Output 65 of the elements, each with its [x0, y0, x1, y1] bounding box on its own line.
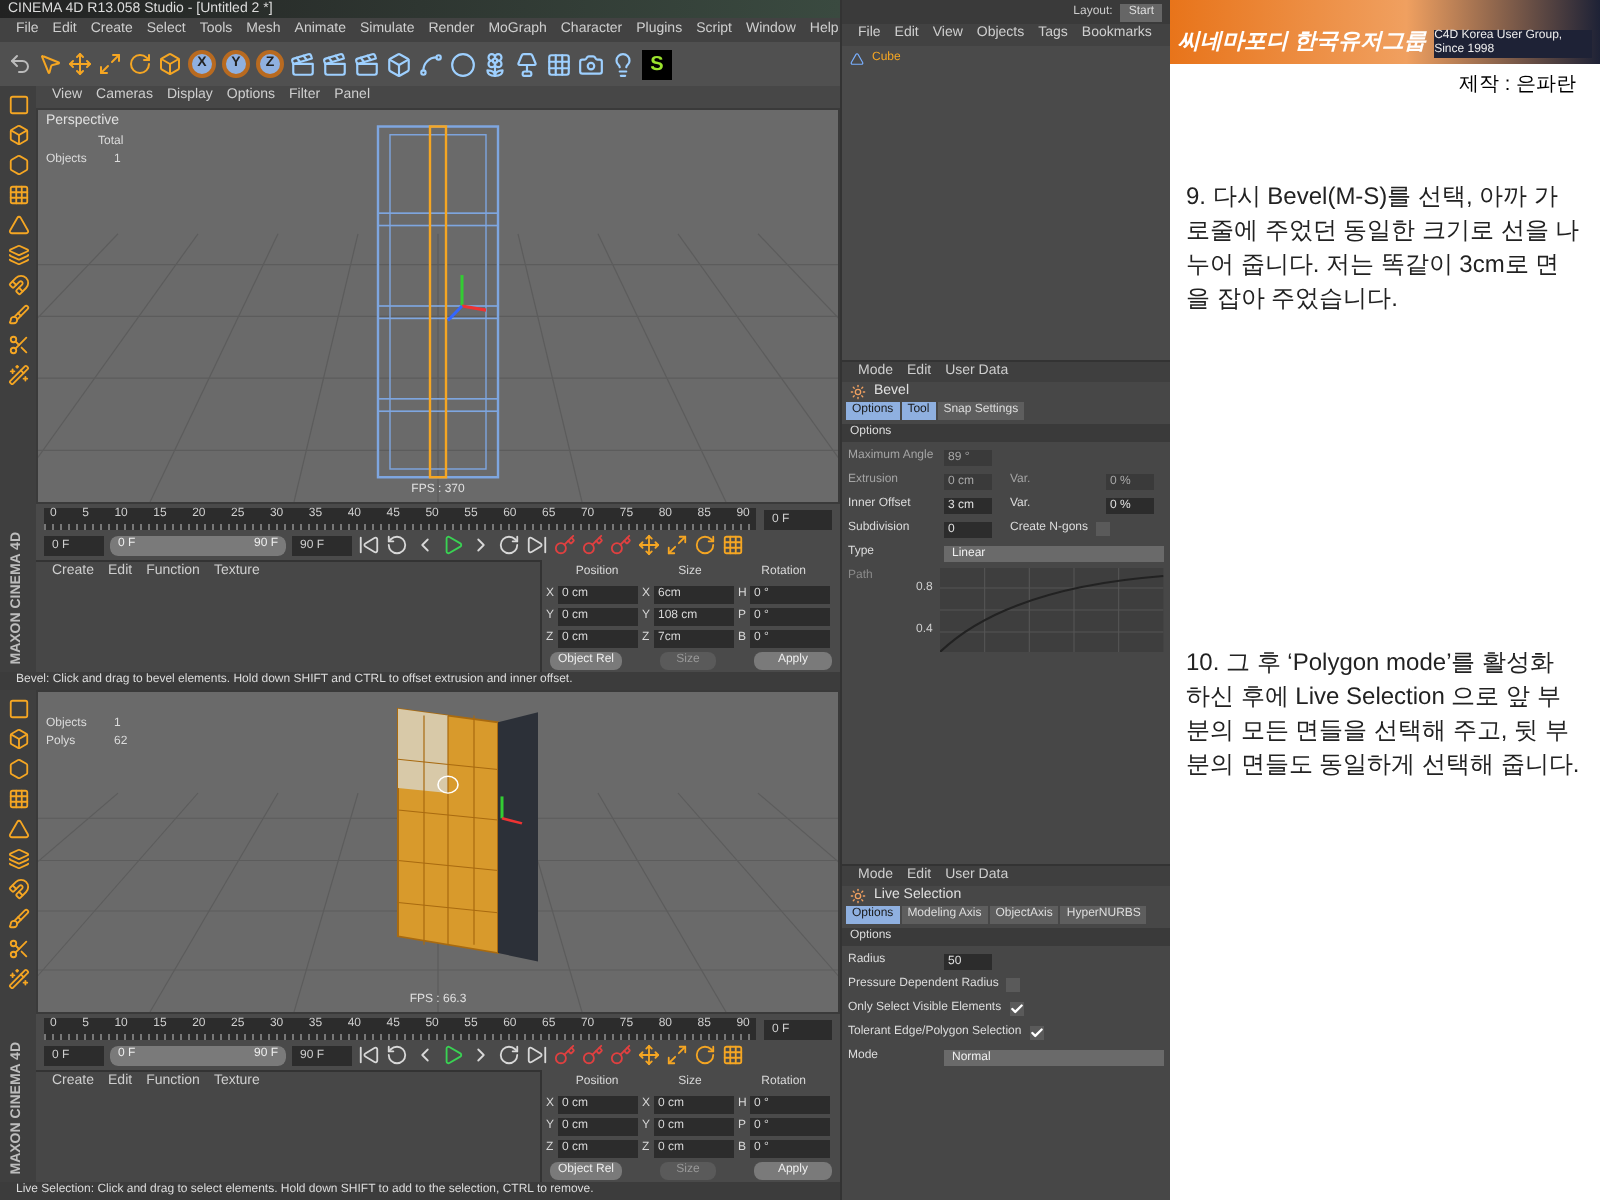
cube-icon[interactable] [158, 52, 182, 76]
tool-icon[interactable] [850, 384, 866, 400]
grid-icon[interactable] [7, 184, 29, 206]
undo-icon[interactable] [8, 52, 32, 76]
banner-title: 씨네마포디 한국유저그룹 [1178, 27, 1427, 57]
skip-forward-icon[interactable] [526, 1044, 548, 1066]
loop-icon[interactable] [386, 534, 408, 556]
cube-icon[interactable] [7, 124, 29, 146]
layers-icon[interactable] [7, 848, 29, 870]
rotate-icon[interactable] [128, 52, 152, 76]
wand-icon[interactable] [7, 968, 29, 990]
clapperboard-icon[interactable] [354, 51, 380, 77]
grid-icon[interactable] [7, 788, 29, 810]
clapperboard-icon[interactable] [290, 51, 316, 77]
scale-icon[interactable] [98, 52, 122, 76]
grid-icon[interactable] [546, 51, 572, 77]
grid-icon[interactable] [722, 534, 744, 556]
step-text: 10. 그 후 ‘Polygon mode’를 활성화 하신 후에 Live Selection 으로 앞 부분의 모든 면들을 선택해 주고, 뒷 부분의 면들도 동일하게 선택해 줍니다. [1186, 646, 1580, 782]
skip-back-icon[interactable] [358, 534, 380, 556]
pointer-icon[interactable] [38, 52, 62, 76]
triangle-icon[interactable] [7, 214, 29, 236]
scissors-icon[interactable] [7, 334, 29, 356]
hexagon-icon[interactable] [7, 758, 29, 780]
cube-icon[interactable] [7, 728, 29, 750]
triangle-icon[interactable] [7, 818, 29, 840]
checkbox[interactable] [1029, 1026, 1044, 1040]
loop-icon[interactable] [498, 1044, 520, 1066]
script-logo[interactable]: S [642, 49, 672, 79]
move-icon[interactable] [638, 1044, 660, 1066]
move-icon[interactable] [638, 534, 660, 556]
play-icon[interactable] [442, 534, 464, 556]
skip-back-icon[interactable] [358, 1044, 380, 1066]
magnet-icon[interactable] [7, 878, 29, 900]
cube-icon[interactable] [386, 51, 412, 77]
lightbulb-icon[interactable] [610, 51, 636, 77]
grid-icon[interactable] [722, 1044, 744, 1066]
brush-icon[interactable] [7, 908, 29, 930]
hexagon-icon[interactable] [7, 154, 29, 176]
checkbox[interactable] [1009, 1002, 1024, 1016]
object-icon[interactable] [850, 52, 864, 66]
scissors-icon[interactable] [7, 938, 29, 960]
credit-text: 제작 : 은파란 [1459, 72, 1578, 100]
lamp-icon[interactable] [514, 51, 540, 77]
loop-icon[interactable] [386, 1044, 408, 1066]
play-icon[interactable] [442, 1044, 464, 1066]
move-icon[interactable] [68, 52, 92, 76]
scale-icon[interactable] [666, 534, 688, 556]
square-icon[interactable] [7, 698, 29, 720]
wand-icon[interactable] [7, 364, 29, 386]
tool-icon[interactable] [850, 888, 866, 904]
flower-icon[interactable] [482, 51, 508, 77]
scale-icon[interactable] [666, 1044, 688, 1066]
layers-icon[interactable] [7, 244, 29, 266]
step-text: 9. 다시 Bevel(M-S)를 선택, 아까 가로줄에 주었던 동일한 크기로 선을 나누어 줍니다. 저는 똑같이 3cm로 면을 잡아 주었습니다. [1186, 180, 1580, 316]
square-icon[interactable] [7, 94, 29, 116]
skip-forward-icon[interactable] [526, 534, 548, 556]
clapperboard-icon[interactable] [322, 51, 348, 77]
circle-icon[interactable] [450, 51, 476, 77]
rotate-icon[interactable] [694, 534, 716, 556]
rotate-icon[interactable] [694, 1044, 716, 1066]
camera-icon[interactable] [578, 51, 604, 77]
spline-icon[interactable] [418, 51, 444, 77]
brush-icon[interactable] [7, 304, 29, 326]
magnet-icon[interactable] [7, 274, 29, 296]
loop-icon[interactable] [498, 534, 520, 556]
